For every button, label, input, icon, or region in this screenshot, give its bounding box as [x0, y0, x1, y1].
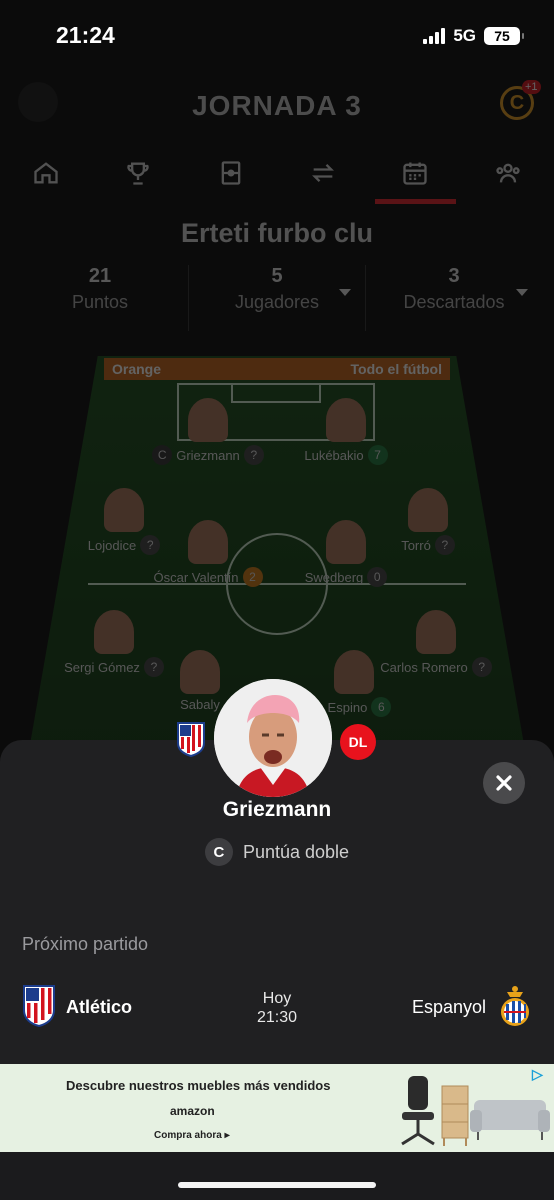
- chevron-down-icon: [339, 289, 351, 296]
- ad-info-icon[interactable]: ▷: [532, 1066, 550, 1084]
- points-badge: ?: [434, 535, 455, 555]
- trophy-icon: [124, 159, 152, 192]
- stat-players[interactable]: 5 Jugadores: [189, 265, 366, 331]
- points-badge: ?: [243, 445, 264, 465]
- stat-value: 3: [448, 265, 460, 287]
- battery-icon: 75: [484, 27, 524, 45]
- player-label: Swedberg: [304, 569, 364, 585]
- away-team-name: Espanyol: [411, 997, 486, 1017]
- chair-image: [401, 1076, 435, 1146]
- pitch-icon: [217, 159, 245, 192]
- match-hour: 21:30: [256, 1009, 298, 1026]
- home-indicator[interactable]: [178, 1182, 376, 1188]
- player-label: Lukébakio: [304, 447, 364, 463]
- match-day: Hoy: [262, 990, 292, 1007]
- captain-text: Puntúa doble: [242, 841, 350, 862]
- ad-banner[interactable]: Descubre nuestros muebles más vendidos a…: [0, 1064, 554, 1152]
- sofa-image: [470, 1100, 550, 1140]
- atletico-crest-icon: [177, 722, 205, 757]
- points-badge: ?: [471, 657, 492, 677]
- shelf-image: [441, 1085, 469, 1146]
- bottom-bar: [0, 1152, 554, 1200]
- espanyol-crest-icon: [501, 986, 529, 1026]
- player-photo: [416, 610, 456, 654]
- position-badge: DL: [340, 724, 376, 760]
- users-icon: [494, 159, 522, 192]
- transfer-icon: [309, 159, 337, 192]
- player-photo: [334, 650, 374, 694]
- atletico-crest-icon: [23, 985, 55, 1028]
- tab-lineup[interactable]: [185, 152, 277, 198]
- tab-home[interactable]: [0, 152, 92, 198]
- tab-calendar[interactable]: [369, 152, 461, 204]
- team-name: Erteti furbo clu: [180, 218, 373, 248]
- player-label: Lojodice: [87, 537, 137, 553]
- captain-badge: C: [204, 838, 233, 866]
- tab-users[interactable]: [462, 152, 554, 198]
- player-card[interactable]: Óscar Valentín 2: [143, 520, 273, 587]
- calendar-icon: [401, 159, 429, 192]
- ad-headline: Descubre nuestros muebles más vendidos: [66, 1078, 331, 1093]
- points-badge: 7: [367, 445, 388, 465]
- round-title: JORNADA 3: [192, 90, 362, 121]
- player-card[interactable]: Lukébakio 7: [281, 398, 411, 465]
- app-background: JORNADA 3 C +1 Erteti furbo clu 21 Punto…: [0, 60, 554, 760]
- points-badge: 0: [367, 567, 388, 587]
- stat-value: 5: [271, 265, 283, 287]
- player-photo: [408, 488, 448, 532]
- captain-info: C Puntúa doble: [0, 838, 554, 866]
- player-card[interactable]: C Griezmann?: [143, 398, 273, 465]
- player-name: Griezmann: [222, 798, 332, 821]
- points-badge: 2: [242, 567, 263, 587]
- stat-label: Puntos: [71, 292, 129, 312]
- network-label: 5G: [453, 26, 476, 45]
- close-icon: [496, 775, 512, 791]
- tab-transfers[interactable]: [277, 152, 369, 198]
- player-card[interactable]: Swedberg 0: [281, 520, 411, 587]
- sponsor-right: Todo el fútbol: [350, 361, 443, 377]
- player-label: Griezmann: [176, 447, 240, 463]
- player-photo: [104, 488, 144, 532]
- home-team-name: Atlético: [66, 997, 133, 1017]
- tab-bar: [0, 152, 554, 204]
- home-icon: [32, 159, 60, 192]
- player-photo: [326, 520, 366, 564]
- player-avatar: [214, 679, 332, 797]
- player-photo: [326, 398, 366, 442]
- stat-points: 21 Puntos: [12, 265, 189, 331]
- next-match-label: Próximo partido: [22, 934, 149, 954]
- coin-badge: +1: [522, 80, 541, 94]
- ad-brand: amazon: [170, 1104, 215, 1118]
- player-photo: [188, 398, 228, 442]
- sponsor-banner: Orange Todo el fútbol: [104, 358, 450, 380]
- next-match[interactable]: Atlético Hoy 21:30 Espanyol: [22, 984, 532, 1032]
- player-photo: [188, 520, 228, 564]
- status-time: 21:24: [56, 22, 115, 48]
- signal-icon: [423, 28, 446, 44]
- points-badge: 6: [371, 697, 392, 717]
- player-label: Sabaly: [180, 697, 220, 712]
- player-label: Sergi Gómez: [64, 659, 140, 675]
- chevron-down-icon: [516, 289, 528, 296]
- stat-value: 21: [88, 265, 112, 287]
- player-photo: [180, 650, 220, 694]
- player-photo: [94, 610, 134, 654]
- stat-discarded[interactable]: 3 Descartados: [366, 265, 542, 331]
- player-label: Óscar Valentín: [153, 569, 239, 585]
- stats-row: 21 Puntos 5 Jugadores 3 Descartados: [12, 265, 542, 331]
- ad-cta[interactable]: Compra ahora ▸: [154, 1130, 230, 1141]
- tab-trophy[interactable]: [92, 152, 184, 198]
- match-time: Hoy 21:30: [222, 989, 332, 1027]
- captain-badge: C: [152, 445, 173, 465]
- status-icons: 5G 75: [423, 26, 524, 46]
- sponsor-left: Orange: [112, 361, 162, 377]
